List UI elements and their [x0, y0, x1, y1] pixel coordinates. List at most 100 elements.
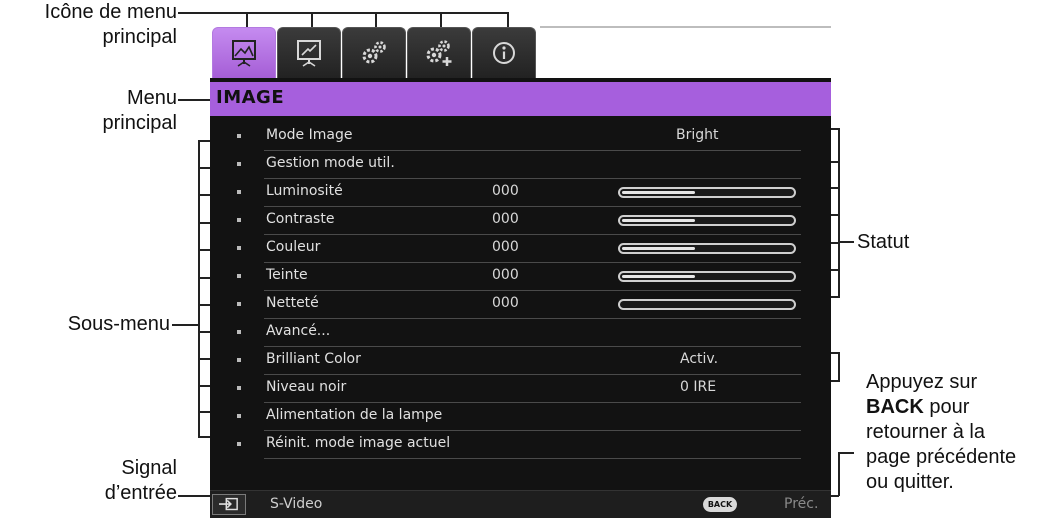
bracket-tick — [198, 277, 210, 279]
menu-item-niveau-noir[interactable]: Niveau noir 0 IRE — [210, 375, 831, 403]
slider-fill — [622, 247, 696, 250]
contraste-slider[interactable] — [618, 215, 796, 226]
menu-item-label: Réinit. mode image actuel — [266, 435, 451, 451]
annotation-back-line2: BACK pour — [866, 395, 1016, 420]
advanced-settings-icon — [426, 40, 452, 66]
nettete-slider[interactable] — [618, 299, 796, 310]
annotation-status: Statut — [857, 231, 910, 253]
menu-item-label: Netteté — [266, 295, 319, 311]
info-icon — [493, 42, 515, 64]
bullet — [237, 162, 241, 166]
bracket-sub-menu — [198, 140, 200, 437]
menu-item-label: Contraste — [266, 211, 335, 227]
settings-gears-icon — [362, 41, 386, 64]
luminosite-slider[interactable] — [618, 187, 796, 198]
tab-strip-rule — [540, 26, 831, 28]
menu-item-teinte[interactable]: Teinte 000 — [210, 263, 831, 291]
bullet — [237, 386, 241, 390]
back-button[interactable]: BACK — [703, 497, 737, 512]
menu-item-number: 000 — [492, 183, 519, 199]
annotation-menu-icon-line2: principal — [102, 26, 177, 48]
bracket-status-lower — [838, 352, 840, 382]
menu-item-label: Luminosité — [266, 183, 343, 199]
menu-item-value: 0 IRE — [680, 379, 717, 395]
bullet — [237, 274, 241, 278]
tab-picture[interactable] — [212, 27, 276, 78]
bracket-tick — [198, 331, 210, 333]
annotation-sub-menu: Sous-menu — [67, 313, 170, 335]
menu-item-brilliant-color[interactable]: Brilliant Color Activ. — [210, 347, 831, 375]
annotation-main-menu: Menu principal — [0, 86, 177, 136]
annotation-back-line1: Appuyez sur — [866, 371, 978, 393]
annotation-back-line2-rest: pour — [923, 396, 970, 418]
display-icon — [297, 40, 321, 67]
menu-item-mode-image[interactable]: Mode Image Bright — [210, 123, 831, 151]
menu-item-contraste[interactable]: Contraste 000 — [210, 207, 831, 235]
bracket-tick — [198, 249, 210, 251]
bullet — [237, 246, 241, 250]
menu-item-value: Activ. — [680, 351, 719, 367]
leader-line-sub-menu — [172, 324, 198, 326]
annotation-input-signal-line2: d’entrée — [104, 482, 177, 504]
slider-fill — [622, 219, 696, 222]
annotation-menu-icon: Icône de menu principal — [0, 0, 177, 50]
menu-item-label: Alimentation de la lampe — [266, 407, 443, 423]
annotation-back-bold: BACK — [866, 396, 924, 418]
bullet — [237, 442, 241, 446]
menu-item-reinit-mode-image[interactable]: Réinit. mode image actuel — [210, 431, 831, 459]
bracket-tick — [198, 167, 210, 169]
main-menu-tabs — [210, 24, 831, 78]
main-menu-bar: IMAGE — [210, 82, 831, 116]
previous-label: Préc. — [784, 496, 819, 512]
bracket-tick — [198, 385, 210, 387]
menu-item-alimentation-lampe[interactable]: Alimentation de la lampe — [210, 403, 831, 431]
bullet — [237, 218, 241, 222]
couleur-slider[interactable] — [618, 243, 796, 254]
leader-line-main-menu — [178, 99, 212, 101]
teinte-slider[interactable] — [618, 271, 796, 282]
annotation-menu-icon-line1: Icône de menu — [44, 1, 177, 23]
menu-item-couleur[interactable]: Couleur 000 — [210, 235, 831, 263]
menu-item-gestion-mode[interactable]: Gestion mode util. — [210, 151, 831, 179]
input-source-icon[interactable] — [212, 494, 246, 515]
leader-line-input-signal — [178, 495, 212, 497]
menu-item-luminosite[interactable]: Luminosité 000 — [210, 179, 831, 207]
bracket-tick — [198, 358, 210, 360]
annotation-back-note: Appuyez sur BACK pour retourner à la pag… — [866, 370, 1016, 495]
tab-display[interactable] — [277, 27, 341, 78]
bracket-tick — [198, 411, 210, 413]
menu-item-label: Brilliant Color — [266, 351, 361, 367]
annotation-back-line5: ou quitter. — [866, 471, 954, 493]
menu-item-avance[interactable]: Avancé... — [210, 319, 831, 347]
menu-item-number: 000 — [492, 295, 519, 311]
tab-advanced-settings[interactable] — [407, 27, 471, 78]
bracket-tick — [198, 140, 210, 142]
bullet — [237, 414, 241, 418]
bottom-status-bar: S-Video BACK Préc. — [210, 490, 831, 518]
bracket-tick — [198, 194, 210, 196]
input-source-label: S-Video — [270, 496, 323, 512]
osd-window: IMAGE Mode Image Bright Gestion mode uti… — [210, 24, 831, 518]
bullet — [237, 330, 241, 334]
input-arrow-icon — [219, 497, 238, 511]
bracket-status — [838, 128, 840, 298]
bracket-tick — [198, 436, 210, 438]
slider-fill — [622, 191, 696, 194]
slider-fill — [622, 275, 696, 278]
annotation-back-line3: retourner à la — [866, 421, 985, 443]
bracket-tick — [198, 222, 210, 224]
annotation-input-signal: Signal d’entrée — [0, 456, 177, 506]
annotation-input-signal-line1: Signal — [121, 457, 177, 479]
menu-item-number: 000 — [492, 211, 519, 227]
tab-information[interactable] — [472, 27, 536, 78]
annotation-back-line4: page précédente — [866, 446, 1017, 468]
menu-panel: IMAGE Mode Image Bright Gestion mode uti… — [210, 78, 831, 518]
annotation-main-menu-line2: principal — [102, 112, 177, 134]
menu-item-nettete[interactable]: Netteté 000 — [210, 291, 831, 319]
bracket-tick — [838, 452, 854, 454]
picture-icon — [232, 40, 256, 67]
annotation-main-menu-line1: Menu — [126, 87, 177, 109]
menu-item-number: 000 — [492, 239, 519, 255]
tab-settings[interactable] — [342, 27, 406, 78]
menu-item-label: Avancé... — [266, 323, 331, 339]
